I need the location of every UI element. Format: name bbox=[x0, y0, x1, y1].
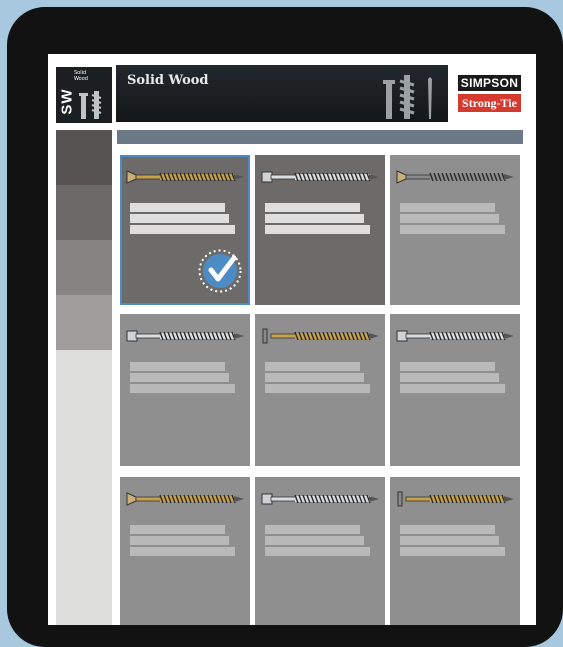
placeholder-text-line-3 bbox=[265, 547, 370, 556]
tablet-frame: SW Solid Wood Solid Wood SIMPSON Strong-T… bbox=[7, 7, 563, 647]
placeholder-text-line-2 bbox=[130, 214, 229, 223]
placeholder-text-line-2 bbox=[130, 373, 229, 382]
placeholder-text-line-3 bbox=[400, 547, 505, 556]
placeholder-text-line-2 bbox=[400, 214, 499, 223]
logo-subtitle-line2: Wood bbox=[74, 76, 88, 82]
checkmark-icon bbox=[198, 249, 242, 293]
product-tile-1[interactable] bbox=[120, 155, 250, 305]
sidebar-item-3[interactable] bbox=[56, 240, 112, 295]
logo-text: SW bbox=[58, 88, 76, 115]
brand-logo: SIMPSON Strong-Tie bbox=[458, 75, 521, 112]
placeholder-text-line-2 bbox=[400, 536, 499, 545]
screw-image bbox=[396, 491, 514, 507]
banner-screws-icon bbox=[383, 75, 432, 119]
screw-image bbox=[396, 169, 514, 185]
screw-image bbox=[261, 169, 379, 185]
header-banner: Solid Wood bbox=[116, 65, 448, 122]
app-logo[interactable]: SW Solid Wood bbox=[56, 67, 112, 123]
placeholder-text-line-1 bbox=[400, 525, 495, 534]
screw-image bbox=[126, 328, 244, 344]
product-tile-8[interactable] bbox=[255, 477, 385, 625]
placeholder-text-line-3 bbox=[265, 225, 370, 234]
placeholder-text-line-1 bbox=[130, 203, 225, 212]
screw-image bbox=[261, 328, 379, 344]
product-tile-9[interactable] bbox=[390, 477, 520, 625]
product-tile-2[interactable] bbox=[255, 155, 385, 305]
placeholder-text-line-1 bbox=[130, 362, 225, 371]
placeholder-text-line-2 bbox=[265, 536, 364, 545]
logo-subtitle: Solid Wood bbox=[74, 70, 88, 82]
screw-image bbox=[261, 491, 379, 507]
section-bar bbox=[117, 130, 523, 144]
product-tile-7[interactable] bbox=[120, 477, 250, 625]
screw-image bbox=[126, 491, 244, 507]
placeholder-text-line-3 bbox=[130, 225, 235, 234]
screw-image bbox=[396, 328, 514, 344]
placeholder-text-line-1 bbox=[265, 203, 360, 212]
placeholder-text-line-2 bbox=[400, 373, 499, 382]
placeholder-text-line-1 bbox=[265, 362, 360, 371]
placeholder-text-line-3 bbox=[130, 384, 235, 393]
placeholder-text-line-3 bbox=[130, 547, 235, 556]
placeholder-text-line-1 bbox=[265, 525, 360, 534]
placeholder-text-line-1 bbox=[130, 525, 225, 534]
screw-image bbox=[126, 169, 244, 185]
placeholder-text-line-2 bbox=[265, 373, 364, 382]
banner-title: Solid Wood bbox=[127, 73, 209, 88]
sidebar-item-1[interactable] bbox=[56, 130, 112, 185]
placeholder-text-line-3 bbox=[400, 225, 505, 234]
product-tile-4[interactable] bbox=[120, 314, 250, 466]
sidebar-item-4[interactable] bbox=[56, 295, 112, 350]
sidebar-item-2[interactable] bbox=[56, 185, 112, 240]
placeholder-text-line-3 bbox=[265, 384, 370, 393]
placeholder-text-line-1 bbox=[400, 362, 495, 371]
logo-screw-icon bbox=[79, 91, 102, 119]
placeholder-text-line-3 bbox=[400, 384, 505, 393]
product-tile-5[interactable] bbox=[255, 314, 385, 466]
placeholder-text-line-2 bbox=[130, 536, 229, 545]
app-screen: SW Solid Wood Solid Wood SIMPSON Strong-T… bbox=[48, 54, 536, 625]
placeholder-text-line-1 bbox=[400, 203, 495, 212]
sidebar bbox=[56, 130, 112, 625]
product-tile-6[interactable] bbox=[390, 314, 520, 466]
product-tile-3[interactable] bbox=[390, 155, 520, 305]
placeholder-text-line-2 bbox=[265, 214, 364, 223]
brand-line2: Strong-Tie bbox=[458, 94, 521, 112]
brand-line1: SIMPSON bbox=[458, 75, 521, 91]
